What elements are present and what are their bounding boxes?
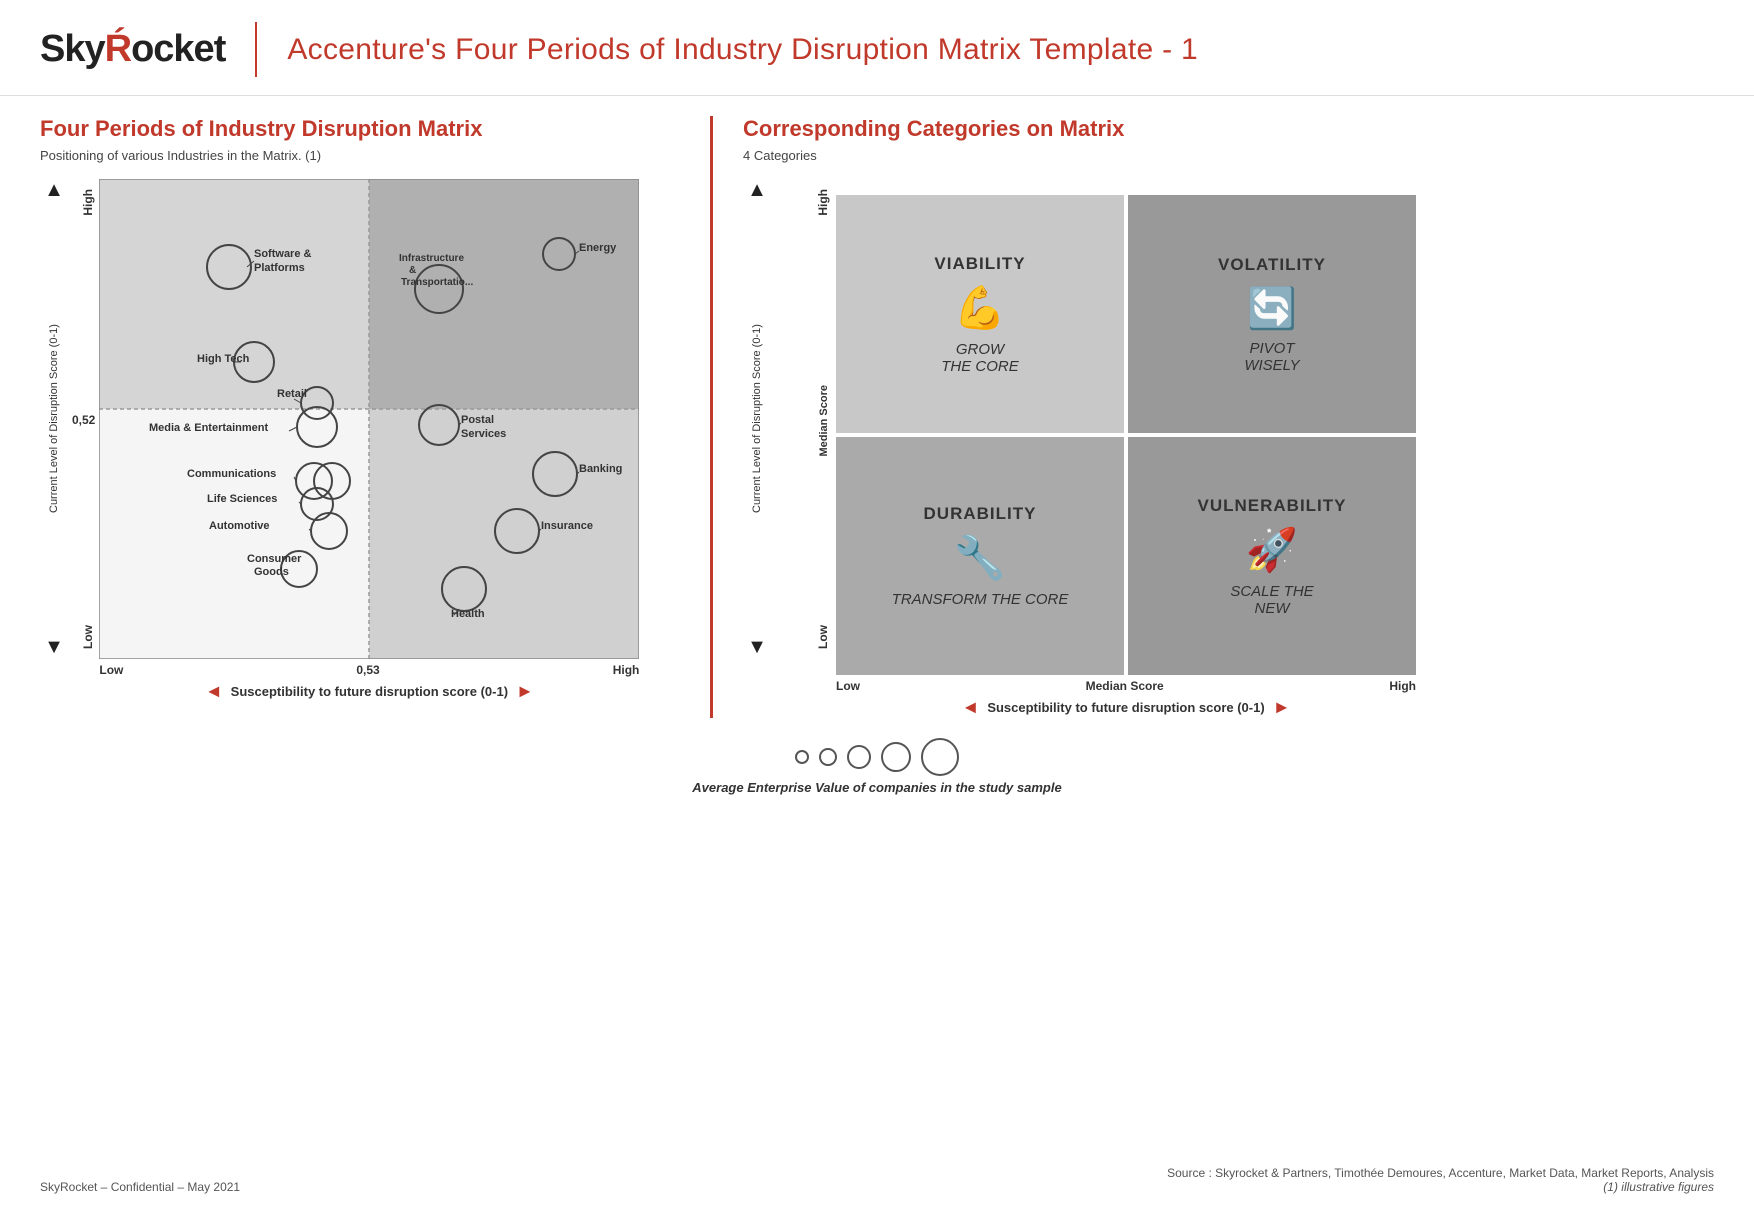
- quadrant-durability: DURABILITY 🔧 TRANSFORM THE CORE: [836, 437, 1124, 675]
- svg-text:Postal: Postal: [461, 414, 494, 426]
- legend: Average Enterprise Value of companies in…: [0, 738, 1754, 795]
- right-x-arrow-right: ►: [1273, 697, 1291, 718]
- quadrant-vulnerability: VULNERABILITY 🚀 SCALE THENEW: [1128, 437, 1416, 675]
- footer-left: SkyRocket – Confidential – May 2021: [40, 1180, 240, 1194]
- svg-text:Services: Services: [461, 428, 506, 440]
- svg-text:Platforms: Platforms: [254, 262, 305, 274]
- svg-text:Consumer: Consumer: [247, 553, 302, 565]
- svg-text:Infrastructure: Infrastructure: [399, 253, 464, 264]
- durability-action: TRANSFORM THE CORE: [892, 591, 1069, 608]
- x-arrow-left: ◄: [205, 681, 223, 702]
- x-label-053: 0,53: [356, 663, 379, 677]
- x-label-high: High: [613, 663, 640, 677]
- viability-action: GROWTHE CORE: [941, 341, 1019, 375]
- quadrant-viability: VIABILITY 💪 GROWTHE CORE: [836, 195, 1124, 433]
- svg-text:Media & Entertainment: Media & Entertainment: [149, 422, 269, 434]
- right-x-low: Low: [836, 679, 860, 693]
- svg-text:Goods: Goods: [254, 566, 289, 578]
- right-subtitle: 4 Categories: [743, 148, 1714, 163]
- vulnerability-emoji: 🚀: [1246, 526, 1298, 575]
- y-axis-label-left: Current Level of Disruption Score (0-1): [48, 202, 60, 636]
- legend-circle-3: [847, 745, 871, 769]
- footer: SkyRocket – Confidential – May 2021 Sour…: [40, 1166, 1714, 1194]
- vulnerability-title: VULNERABILITY: [1198, 496, 1347, 516]
- footer-right: Source : Skyrocket & Partners, Timothée …: [1167, 1166, 1714, 1194]
- legend-caption: Average Enterprise Value of companies in…: [692, 780, 1061, 795]
- svg-text:Life Sciences: Life Sciences: [207, 493, 277, 505]
- legend-circle-4: [881, 742, 911, 772]
- right-x-median: Median Score: [1086, 679, 1164, 693]
- y-arrow-up-left: ▲: [44, 179, 64, 202]
- left-subtitle: Positioning of various Industries in the…: [40, 148, 680, 163]
- footer-source: Source : Skyrocket & Partners, Timothée …: [1167, 1166, 1714, 1180]
- right-x-arrow-left: ◄: [961, 697, 979, 718]
- y-label-052: 0,52: [72, 413, 95, 427]
- y-label-low: Low: [81, 625, 95, 649]
- x-label-low: Low: [99, 663, 123, 677]
- right-section-title: Corresponding Categories on Matrix: [743, 116, 1714, 142]
- legend-circle-2: [819, 748, 837, 766]
- right-panel: Corresponding Categories on Matrix 4 Cat…: [743, 116, 1714, 718]
- svg-text:Communications: Communications: [187, 468, 276, 480]
- left-panel: Four Periods of Industry Disruption Matr…: [40, 116, 680, 718]
- quadrant-grid: VIABILITY 💪 GROWTHE CORE VOLATILITY 🔄 PI…: [836, 195, 1416, 675]
- svg-text:Insurance: Insurance: [541, 520, 593, 532]
- header-divider: [255, 22, 257, 77]
- svg-text:Energy: Energy: [579, 242, 617, 254]
- y-label-high: High: [81, 189, 95, 216]
- y-arrow-down-left: ▼: [44, 636, 64, 659]
- logo-accent: Ŕ: [105, 28, 131, 70]
- viability-emoji: 💪: [954, 284, 1006, 333]
- svg-text:&: &: [409, 265, 416, 276]
- svg-text:Health: Health: [451, 608, 485, 620]
- svg-text:Banking: Banking: [579, 463, 622, 475]
- legend-circle-5: [921, 738, 959, 776]
- y-axis-label-right: Current Level of Disruption Score (0-1): [751, 202, 763, 636]
- scatter-chart: Software & Platforms Infrastructure & Tr…: [99, 179, 639, 659]
- viability-title: VIABILITY: [934, 254, 1025, 274]
- footer-note: (1) illustrative figures: [1167, 1180, 1714, 1194]
- logo: SkyŔocket: [40, 28, 225, 71]
- right-y-median: Median Score: [818, 385, 830, 457]
- svg-text:Software &: Software &: [254, 248, 312, 260]
- durability-title: DURABILITY: [924, 504, 1037, 524]
- quadrant-volatility: VOLATILITY 🔄 PIVOTWISELY: [1128, 195, 1416, 433]
- vulnerability-action: SCALE THENEW: [1230, 583, 1313, 617]
- y-arrow-down-right: ▼: [747, 636, 767, 659]
- page-title: Accenture's Four Periods of Industry Dis…: [287, 33, 1198, 67]
- legend-circle-1: [795, 750, 809, 764]
- volatility-emoji: 🔄: [1247, 285, 1297, 332]
- svg-text:High Tech: High Tech: [197, 353, 250, 365]
- main-content: Four Periods of Industry Disruption Matr…: [0, 96, 1754, 728]
- right-x-high: High: [1389, 679, 1416, 693]
- svg-text:Automotive: Automotive: [209, 520, 270, 532]
- center-divider: [710, 116, 713, 718]
- x-axis-label-left: Susceptibility to future disruption scor…: [231, 684, 508, 699]
- right-x-axis-label: Susceptibility to future disruption scor…: [987, 700, 1264, 715]
- volatility-action: PIVOTWISELY: [1244, 340, 1299, 374]
- volatility-title: VOLATILITY: [1218, 255, 1326, 275]
- right-y-high: High: [816, 189, 830, 216]
- durability-emoji: 🔧: [954, 534, 1006, 583]
- svg-text:Transportatio...: Transportatio...: [401, 277, 473, 288]
- y-arrow-up-right: ▲: [747, 179, 767, 202]
- right-y-low: Low: [816, 625, 830, 649]
- svg-text:Retail: Retail: [277, 388, 307, 400]
- x-arrow-right: ►: [516, 681, 534, 702]
- legend-circles: [795, 738, 959, 776]
- page-header: SkyŔocket Accenture's Four Periods of I…: [0, 0, 1754, 96]
- left-section-title: Four Periods of Industry Disruption Matr…: [40, 116, 680, 142]
